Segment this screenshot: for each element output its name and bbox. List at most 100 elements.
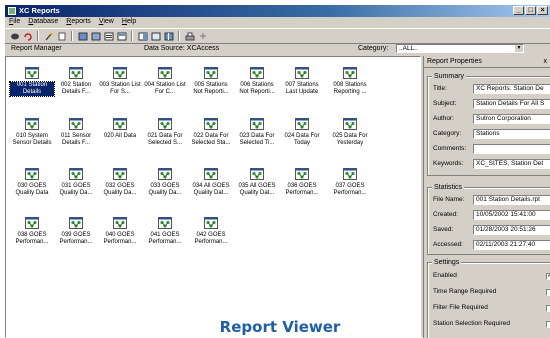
report-item[interactable]: 039 GOES Performan... (54, 217, 98, 246)
property-value-field[interactable]: 01/28/2003 20:51:26 (473, 225, 550, 235)
report-item[interactable]: 036 GOES Performan... (280, 168, 324, 197)
report-manager-label: Report Manager (11, 45, 62, 52)
property-value-field[interactable]: 02/11/2003 21:27:40 (473, 240, 550, 250)
category-select[interactable]: ..ALL.. ▼ (396, 44, 524, 53)
menu-help[interactable]: Help (122, 17, 136, 27)
report-item[interactable]: 033 GOES Quality Da... (143, 168, 187, 197)
title-bar[interactable]: XC Reports _ □ × (5, 5, 550, 17)
connect-icon[interactable] (9, 31, 20, 41)
setting-checkbox[interactable] (546, 321, 550, 328)
report-item[interactable]: 023 Data For Selected Ti... (235, 118, 279, 147)
report-file-icon (250, 67, 264, 79)
preview-icon[interactable] (150, 31, 161, 41)
window-controls: _ □ × (513, 6, 548, 15)
setting-checkbox[interactable] (546, 289, 550, 296)
property-value-field[interactable]: XC_SITES, Station Det (473, 159, 550, 169)
report-item[interactable]: 008 Stations Reporting ... (328, 67, 372, 96)
report-icon[interactable] (56, 31, 67, 41)
property-label: Comments: (433, 145, 467, 152)
property-value-field[interactable]: 001 Station Details.rpt (473, 195, 550, 205)
report-item[interactable]: 021 Data For Selected S... (143, 118, 187, 147)
details-view-icon[interactable] (116, 31, 127, 41)
app-icon (8, 7, 16, 15)
report-item[interactable]: 041 GOES Performan... (143, 217, 187, 246)
menu-database[interactable]: Database (28, 17, 58, 27)
print-icon[interactable] (184, 31, 195, 41)
report-label: 033 GOES Quality Da... (148, 183, 182, 196)
setting-checkbox[interactable]: ✓ (546, 273, 550, 280)
report-file-icon (295, 118, 309, 130)
export-icon[interactable] (197, 31, 208, 41)
list-view-icon[interactable] (103, 31, 114, 41)
chevron-down-icon[interactable]: ▼ (515, 45, 523, 52)
report-label: 034 All GOES Quality Dat... (192, 183, 230, 196)
close-button[interactable]: × (537, 6, 548, 15)
report-item[interactable]: 005 Stations Not Reporti... (189, 67, 233, 96)
report-item[interactable]: 038 GOES Performan... (10, 217, 54, 246)
close-icon[interactable]: x (544, 56, 548, 67)
report-item[interactable]: 032 GOES Quality Da... (98, 168, 142, 197)
property-label: Subject: (433, 100, 457, 107)
report-file-icon (113, 67, 127, 79)
report-label: 002 Station Details F... (60, 82, 92, 95)
property-value-field[interactable]: 10/05/2002 15:41:00 (473, 210, 550, 220)
report-item[interactable]: 040 GOES Performan... (98, 217, 142, 246)
report-file-icon (204, 217, 218, 229)
report-item[interactable]: 003 Station List For S... (98, 67, 142, 96)
report-item[interactable]: 031 GOES Quality Da... (54, 168, 98, 197)
properties-pane-icon[interactable] (137, 31, 148, 41)
report-item[interactable]: 025 Data For Yesterday (328, 118, 372, 147)
report-file-icon (69, 118, 83, 130)
report-properties-panel: Report Properties x Summary Title: XC Rep… (423, 56, 550, 338)
report-item[interactable]: 022 Data For Selected Sta... (189, 118, 233, 147)
small-icons-icon[interactable] (90, 31, 101, 41)
report-item[interactable]: 004 Station List For C... (143, 67, 187, 96)
setting-checkbox[interactable] (546, 305, 550, 312)
report-item[interactable]: 020 All Data (98, 118, 142, 140)
report-viewer[interactable]: 001 Station Details 002 Station Details F… (5, 56, 421, 338)
property-value-field[interactable]: Station Details For All S (473, 99, 550, 109)
report-file-icon (343, 168, 357, 180)
report-item[interactable]: 006 Stations Not Reporti... (235, 67, 279, 96)
property-value-field[interactable]: Stations (473, 129, 550, 139)
report-item[interactable]: 024 Data For Today (280, 118, 324, 147)
report-item[interactable]: 001 Station Details (9, 67, 55, 97)
report-label: 032 GOES Quality Da... (103, 183, 137, 196)
report-item[interactable]: 042 GOES Performan... (189, 217, 233, 246)
report-file-icon (250, 118, 264, 130)
report-item[interactable]: 034 All GOES Quality Dat... (189, 168, 233, 197)
refresh-icon[interactable] (22, 31, 33, 41)
tile-icon[interactable] (163, 31, 174, 41)
report-file-icon (113, 118, 127, 130)
report-item[interactable]: 011 Sensor Details F... (54, 118, 98, 147)
report-label: 031 GOES Quality Da... (59, 183, 93, 196)
summary-title: Summary (432, 72, 466, 81)
maximize-button[interactable]: □ (525, 6, 536, 15)
report-item[interactable]: 010 System Sensor Details (10, 118, 54, 147)
report-file-icon (69, 217, 83, 229)
report-item[interactable]: 002 Station Details F... (54, 67, 98, 96)
minimize-button[interactable]: _ (513, 6, 524, 15)
menu-view[interactable]: View (99, 17, 114, 27)
menu-reports[interactable]: Reports (66, 17, 91, 27)
report-file-icon (295, 168, 309, 180)
report-file-icon (204, 168, 218, 180)
property-value-field[interactable]: XC Reports: Station De (473, 84, 550, 94)
report-label: 037 GOES Performan... (333, 183, 367, 196)
property-value-field[interactable]: Sutron Corporation (473, 114, 550, 124)
report-file-icon (295, 67, 309, 79)
report-item[interactable]: 007 Stations Last Update (280, 67, 324, 96)
menu-file[interactable]: File (9, 17, 20, 27)
report-label: 042 GOES Performan... (194, 232, 228, 245)
report-label: 010 System Sensor Details (12, 133, 52, 146)
report-label: 011 Sensor Details F... (60, 133, 92, 146)
large-icons-icon[interactable] (77, 31, 88, 41)
report-file-icon (25, 118, 39, 130)
report-item[interactable]: 035 All GOES Quality Dat... (235, 168, 279, 197)
wizard-icon[interactable] (43, 31, 54, 41)
report-item[interactable]: 037 GOES Performan... (328, 168, 372, 197)
report-item[interactable]: 030 GOES Quality Data (10, 168, 54, 197)
statistics-title: Statistics (432, 183, 465, 192)
setting-label: Station Selection Required (433, 320, 510, 327)
property-value-field[interactable] (473, 144, 550, 154)
